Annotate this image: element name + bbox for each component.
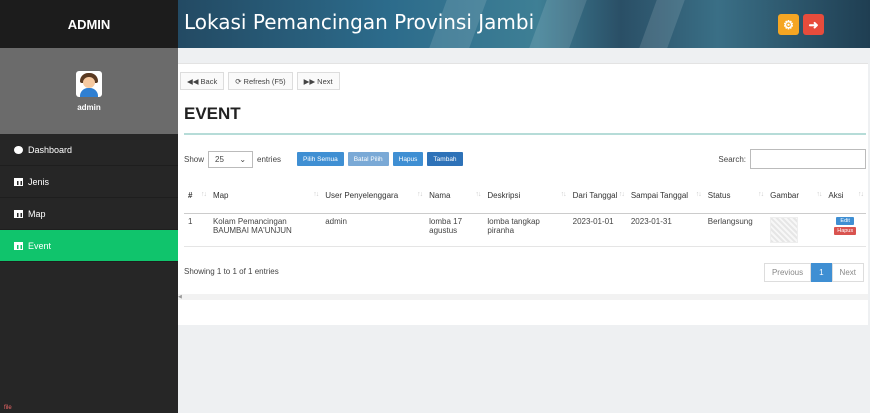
- sort-icon: ↑↓: [858, 191, 864, 198]
- deselect-button[interactable]: Batal Pilih: [347, 152, 389, 166]
- table-icon: [14, 209, 23, 218]
- table-icon: [14, 241, 23, 250]
- sidebar-brand: ADMIN: [0, 0, 178, 48]
- double-right-icon: ▶▶: [303, 76, 316, 86]
- search-label: Search:: [718, 154, 746, 164]
- column-header-user[interactable]: User Penyelenggara ↑↓: [321, 179, 426, 214]
- column-header-sampai[interactable]: Sampai Tanggal ↑↓: [626, 179, 704, 214]
- cell-dari: 2023-01-01: [568, 213, 627, 247]
- event-image[interactable]: [770, 216, 799, 243]
- column-header-map[interactable]: Map ↑↓: [208, 179, 322, 214]
- event-table: # ↑↓ Map ↑↓ User Penyelenggara ↑↓ Nama ↑↓ De…: [184, 179, 866, 247]
- back-button[interactable]: ◀◀ Back: [180, 72, 225, 90]
- cell-aksi: Edit Hapus: [824, 213, 866, 247]
- double-left-icon: ◀◀: [187, 76, 199, 86]
- column-header-deskripsi[interactable]: Deskripsi ↑↓: [483, 179, 569, 214]
- main-content: ◀◀ Back ⟳ Refresh (F5) ▶▶ Next EVENT Sho…: [178, 48, 870, 413]
- cell-deskripsi: lomba tangkap piranha: [483, 213, 569, 247]
- cell-gambar: [766, 213, 825, 247]
- sidebar-item-dashboard[interactable]: Dashboard: [0, 134, 178, 166]
- column-header-aksi[interactable]: Aksi ↑↓: [824, 179, 866, 214]
- dashboard-icon: [14, 145, 23, 154]
- page-title: EVENT: [184, 104, 241, 123]
- horizontal-scrollbar[interactable]: ◀: [178, 294, 868, 300]
- entries-select[interactable]: 25 ⌄: [208, 150, 254, 168]
- sort-icon: ↑↓: [758, 191, 764, 198]
- delete-button[interactable]: Hapus: [834, 226, 857, 235]
- sort-icon: ↑↓: [313, 191, 319, 198]
- search-input[interactable]: [750, 149, 866, 169]
- edit-button[interactable]: Edit: [836, 216, 855, 225]
- scroll-left-icon[interactable]: ◀: [178, 294, 182, 300]
- avatar: [76, 70, 102, 97]
- profile-name: admin: [77, 102, 101, 112]
- cell-sampai: 2023-01-31: [626, 213, 704, 247]
- refresh-icon: ⟳: [235, 76, 242, 86]
- select-all-button[interactable]: Pilih Semua: [297, 152, 344, 166]
- page-1-button[interactable]: 1: [811, 263, 832, 282]
- settings-button[interactable]: ⚙: [778, 14, 799, 35]
- sidebar-item-label: Jenis: [28, 176, 50, 187]
- next-button[interactable]: ▶▶ Next: [296, 72, 340, 90]
- table-icon: [14, 177, 23, 186]
- sort-icon: ↑↓: [560, 191, 567, 198]
- table-controls: Show 25 ⌄ entries Pilih Semua Batal Pili…: [184, 149, 866, 169]
- toolbar: ◀◀ Back ⟳ Refresh (F5) ▶▶ Next: [180, 72, 340, 90]
- sort-icon: ↑↓: [618, 191, 625, 198]
- column-header-dari[interactable]: Dari Tanggal ↑↓: [568, 179, 627, 214]
- sort-icon: ↑↓: [200, 191, 207, 198]
- cell-nama: lomba 17 agustus: [425, 213, 484, 247]
- cell-no: 1: [184, 213, 209, 247]
- column-header-nama[interactable]: Nama ↑↓: [425, 179, 484, 214]
- column-header-no[interactable]: # ↑↓: [184, 179, 209, 214]
- sidebar: ADMIN admin Dashboard Jenis Map Event fi…: [0, 0, 178, 413]
- arrow-right-icon: ➜: [808, 17, 819, 32]
- refresh-button[interactable]: ⟳ Refresh (F5): [228, 72, 293, 90]
- table-row[interactable]: 1 Kolam Pemancingan BAUMBAI MA'UNJUN adm…: [184, 213, 866, 247]
- sort-icon: ↑↓: [816, 191, 822, 198]
- chevron-down-icon: ⌄: [239, 154, 247, 164]
- delete-selected-button[interactable]: Hapus: [392, 152, 424, 166]
- cell-map: Kolam Pemancingan BAUMBAI MA'UNJUN: [208, 213, 322, 247]
- sidebar-item-event[interactable]: Event: [0, 230, 178, 262]
- sidebar-tag: file: [4, 405, 12, 411]
- event-panel: ◀◀ Back ⟳ Refresh (F5) ▶▶ Next EVENT Sho…: [178, 63, 868, 325]
- gear-icon: ⚙: [783, 17, 794, 32]
- sidebar-item-map[interactable]: Map: [0, 198, 178, 230]
- sort-icon: ↑↓: [417, 191, 423, 198]
- sidebar-item-jenis[interactable]: Jenis: [0, 166, 178, 198]
- title-divider: [184, 133, 866, 135]
- app-header: Lokasi Pemancingan Provinsi Jambi ⚙ ➜: [178, 0, 870, 48]
- sort-icon: ↑↓: [695, 191, 702, 198]
- user-profile: admin: [0, 48, 178, 134]
- previous-page-button[interactable]: Previous: [763, 263, 812, 282]
- logout-button[interactable]: ➜: [803, 14, 824, 35]
- cell-user: admin: [321, 213, 426, 247]
- sidebar-item-label: Dashboard: [28, 144, 73, 155]
- table-info: Showing 1 to 1 of 1 entries: [184, 267, 279, 276]
- column-header-status[interactable]: Status ↑↓: [703, 179, 767, 214]
- header-title: Lokasi Pemancingan Provinsi Jambi: [184, 10, 535, 34]
- sidebar-item-label: Map: [28, 208, 46, 219]
- cell-status: Berlangsung: [703, 213, 767, 247]
- show-label: Show: [184, 154, 205, 164]
- next-page-button[interactable]: Next: [831, 263, 864, 282]
- sort-icon: ↑↓: [475, 191, 481, 198]
- table-header-row: # ↑↓ Map ↑↓ User Penyelenggara ↑↓ Nama ↑↓ De…: [184, 179, 866, 214]
- entries-label: entries: [257, 154, 282, 164]
- column-header-gambar[interactable]: Gambar ↑↓: [766, 179, 825, 214]
- add-button[interactable]: Tambah: [427, 152, 463, 166]
- pagination: Previous 1 Next: [763, 263, 864, 282]
- sidebar-item-label: Event: [28, 240, 52, 251]
